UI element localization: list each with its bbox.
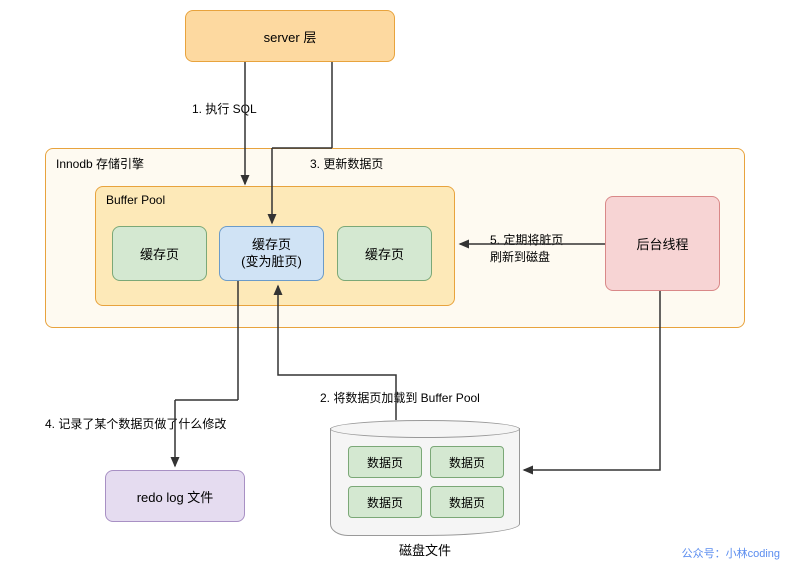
watermark: 公众号：小林coding <box>682 545 780 561</box>
cache-page-right: 缓存页 <box>337 226 432 281</box>
disk-label: 磁盘文件 <box>330 540 520 559</box>
step1-label: 1. 执行 SQL <box>192 100 257 117</box>
step2-label: 2. 将数据页加载到 Buffer Pool <box>320 389 480 406</box>
server-label: server 层 <box>264 27 317 46</box>
step3-label: 3. 更新数据页 <box>310 155 383 172</box>
redo-log-box: redo log 文件 <box>105 470 245 522</box>
bg-thread-label: 后台线程 <box>636 234 688 253</box>
step5-label: 5. 定期将脏页 刷新到磁盘 <box>490 232 563 266</box>
disk-data-page: 数据页 <box>348 486 422 518</box>
buffer-pool-label: Buffer Pool <box>106 193 165 207</box>
disk-file: 数据页 数据页 数据页 数据页 磁盘文件 <box>330 420 520 550</box>
cache-dirty-line1: 缓存页 <box>252 237 291 254</box>
redo-log-label: redo log 文件 <box>137 487 214 506</box>
background-thread-box: 后台线程 <box>605 196 720 291</box>
server-layer-box: server 层 <box>185 10 395 62</box>
cache-page-left-label: 缓存页 <box>140 244 179 263</box>
cache-page-right-label: 缓存页 <box>365 244 404 263</box>
disk-data-page: 数据页 <box>430 446 504 478</box>
innodb-label: Innodb 存储引擎 <box>56 155 144 172</box>
disk-data-page: 数据页 <box>348 446 422 478</box>
cache-dirty-line2: (变为脏页) <box>241 254 302 271</box>
disk-data-page: 数据页 <box>430 486 504 518</box>
cache-page-dirty: 缓存页 (变为脏页) <box>219 226 324 281</box>
cache-page-left: 缓存页 <box>112 226 207 281</box>
step4-label: 4. 记录了某个数据页做了什么修改 <box>45 415 226 432</box>
